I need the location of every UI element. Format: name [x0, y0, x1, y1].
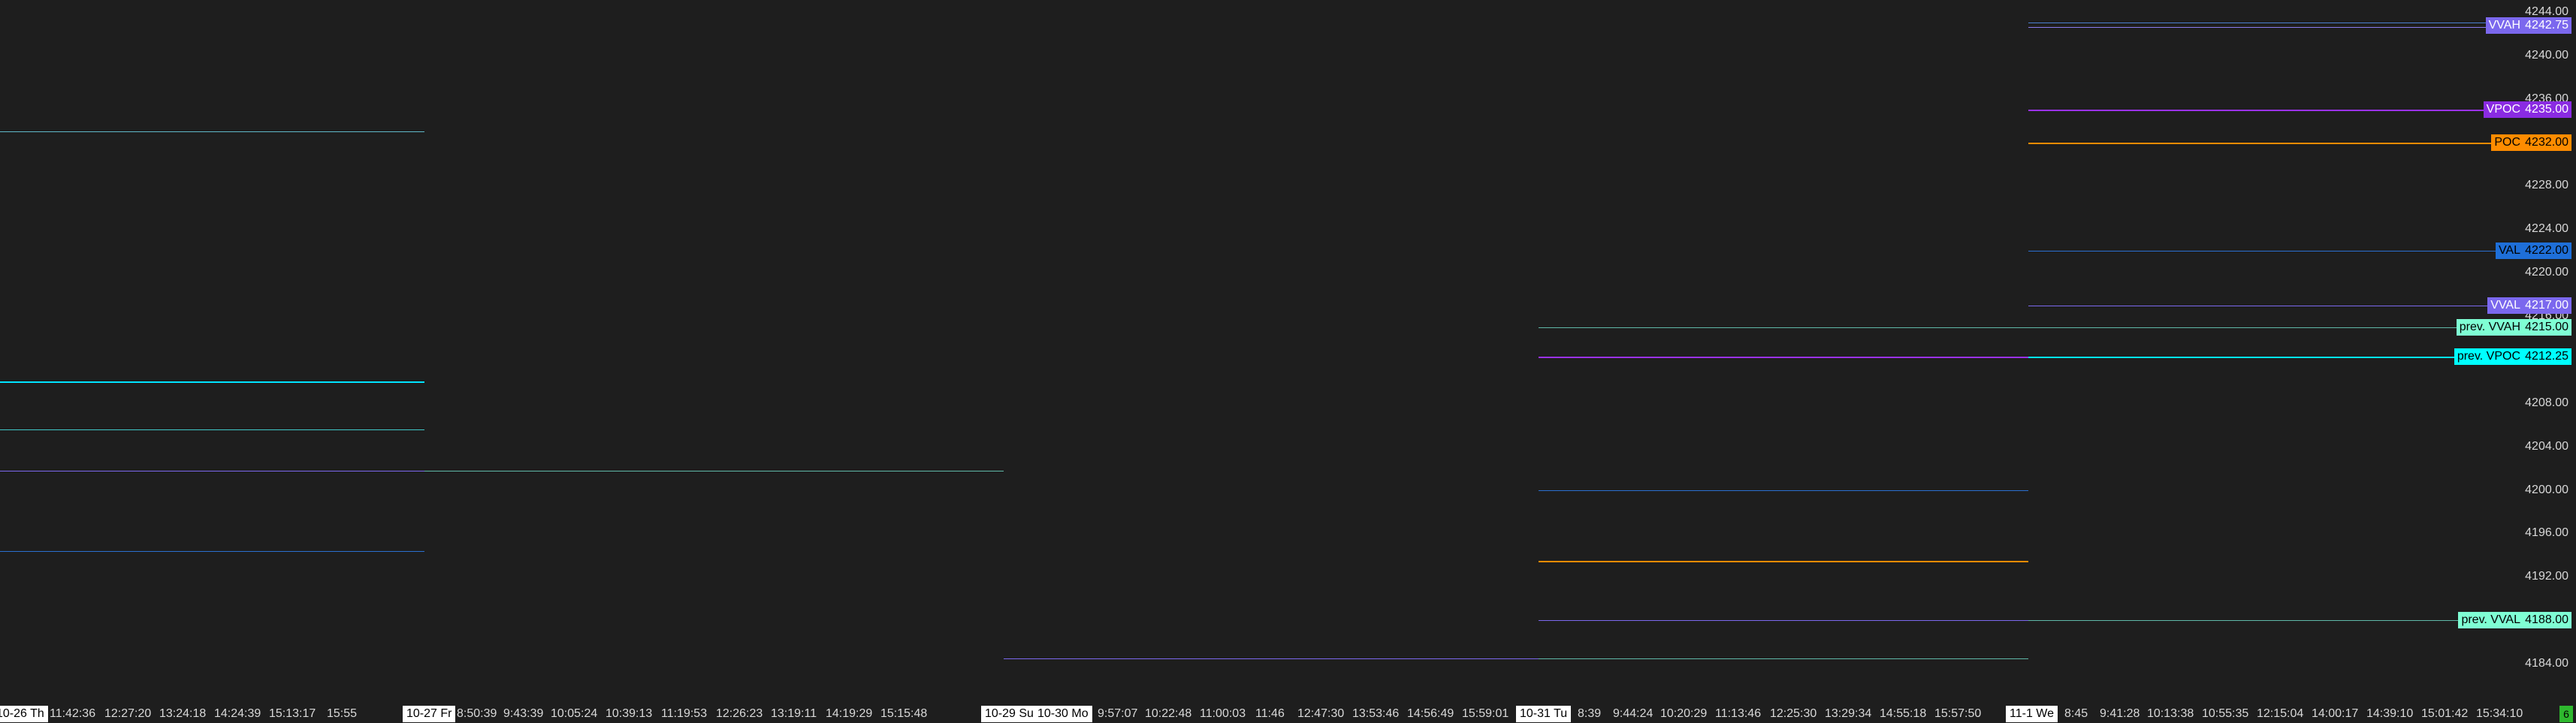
price-tag-value: 4242.75: [2522, 17, 2571, 34]
time-tick-label: 15:01:42: [2421, 707, 2469, 720]
level-line: [2028, 110, 2502, 111]
time-tick-label: 10:22:48: [1145, 707, 1192, 720]
price-tick-label: 4204.00: [2525, 440, 2568, 453]
day-marker: 10-30 Mo: [1034, 706, 1092, 722]
price-tag-value: 4217.00: [2522, 297, 2571, 314]
time-tick-label: 10:05:24: [551, 707, 598, 720]
time-tick-label: 15:13:17: [269, 707, 316, 720]
price-tick-label: 4200.00: [2525, 484, 2568, 496]
time-tick-label: 10:39:13: [605, 707, 653, 720]
price-tag-label: VVAH: [2485, 17, 2523, 34]
price-tag-value: 4212.25: [2522, 348, 2571, 365]
time-tick-label: 15:34:10: [2476, 707, 2523, 720]
level-line: [0, 381, 424, 383]
time-tick-label: 13:29:34: [1825, 707, 1872, 720]
day-marker: 10-29 Su: [981, 706, 1037, 722]
level-line: [0, 131, 424, 132]
price-tag-label: prev. VVAL: [2458, 612, 2523, 628]
corner-badge[interactable]: 6: [2559, 706, 2573, 722]
time-tick-label: 11:13:46: [1715, 707, 1762, 720]
day-marker: 10-31 Tu: [1516, 706, 1572, 722]
time-tick-label: 10:20:29: [1660, 707, 1708, 720]
time-tick-label: 14:39:10: [2366, 707, 2414, 720]
price-tick-label: 4192.00: [2525, 570, 2568, 583]
price-tag-value: 4222.00: [2522, 243, 2571, 259]
time-tick-label: 11:19:53: [661, 707, 708, 720]
time-tick-label: 14:24:39: [214, 707, 261, 720]
price-tag-value: 4215.00: [2522, 319, 2571, 336]
time-tick-label: 13:24:18: [159, 707, 207, 720]
time-tick-label: 14:19:29: [826, 707, 873, 720]
time-tick-label: 8:39: [1578, 707, 1602, 720]
time-tick-label: 11:42:36: [50, 707, 96, 720]
time-tick-label: 12:26:23: [716, 707, 763, 720]
price-tick-label: 4228.00: [2525, 179, 2568, 191]
price-tick-label: 4208.00: [2525, 396, 2568, 409]
time-tick-label: 12:47:30: [1297, 707, 1345, 720]
time-tick-label: 15:55: [327, 707, 358, 720]
price-tag-label: VAL: [2495, 243, 2523, 259]
level-line: [0, 551, 424, 552]
price-tag-label: prev. VPOC: [2454, 348, 2523, 365]
price-tag-label: VPOC: [2483, 101, 2523, 118]
time-tick-label: 15:15:48: [880, 707, 928, 720]
time-tick-label: 14:00:17: [2312, 707, 2359, 720]
price-tick-label: 4196.00: [2525, 526, 2568, 539]
level-line: [2028, 251, 2502, 252]
time-tick-label: 10:55:35: [2202, 707, 2249, 720]
price-tag-label: POC: [2491, 134, 2523, 151]
time-tick-label: 10:13:38: [2147, 707, 2194, 720]
price-tick-label: 4240.00: [2525, 49, 2568, 62]
level-line: [1539, 658, 2028, 659]
time-tick-label: 9:57:07: [1098, 707, 1138, 720]
price-tag-label: prev. VVAH: [2456, 319, 2523, 336]
price-chart-area[interactable]: [0, 0, 2576, 723]
time-tick-label: 8:45: [2064, 707, 2088, 720]
time-tick-label: 14:56:49: [1407, 707, 1454, 720]
time-tick-label: 12:15:04: [2257, 707, 2304, 720]
level-line: [1539, 327, 2502, 328]
level-line: [1004, 658, 1539, 659]
level-line: [2028, 143, 2502, 144]
price-tag-value: 4232.00: [2522, 134, 2571, 151]
time-tick-label: 15:59:01: [1462, 707, 1509, 720]
level-line: [1539, 561, 2028, 562]
price-tick-label: 4224.00: [2525, 222, 2568, 235]
time-tick-label: 13:19:11: [771, 707, 817, 720]
time-tick-label: 9:41:28: [2100, 707, 2140, 720]
price-tag-value: 4235.00: [2522, 101, 2571, 118]
time-tick-label: 12:25:30: [1770, 707, 1817, 720]
time-tick-label: 12:27:20: [104, 707, 152, 720]
time-tick-label: 15:57:50: [1934, 707, 1982, 720]
time-tick-label: 9:43:39: [503, 707, 544, 720]
time-tick-label: 13:53:46: [1352, 707, 1400, 720]
day-marker: 10-26 Th: [0, 706, 48, 722]
time-tick-label: 11:46: [1255, 707, 1285, 720]
level-line: [0, 429, 424, 430]
price-tag-value: 4188.00: [2522, 612, 2571, 628]
price-tick-label: 4184.00: [2525, 657, 2568, 670]
time-tick-label: 14:55:18: [1880, 707, 1927, 720]
day-marker: 11-1 We: [2006, 706, 2058, 722]
price-tag-label: VVAL: [2487, 297, 2523, 314]
time-tick-label: 8:50:39: [457, 707, 497, 720]
level-line: [1539, 490, 2028, 491]
time-tick-label: 11:00:03: [1200, 707, 1246, 720]
level-line: [2028, 27, 2502, 28]
level-line: [2028, 357, 2502, 358]
price-tick-label: 4220.00: [2525, 266, 2568, 279]
time-tick-label: 9:44:24: [1613, 707, 1653, 720]
level-line: [1539, 357, 2028, 358]
level-line: [2028, 620, 2502, 621]
day-marker: 10-27 Fr: [403, 706, 456, 722]
